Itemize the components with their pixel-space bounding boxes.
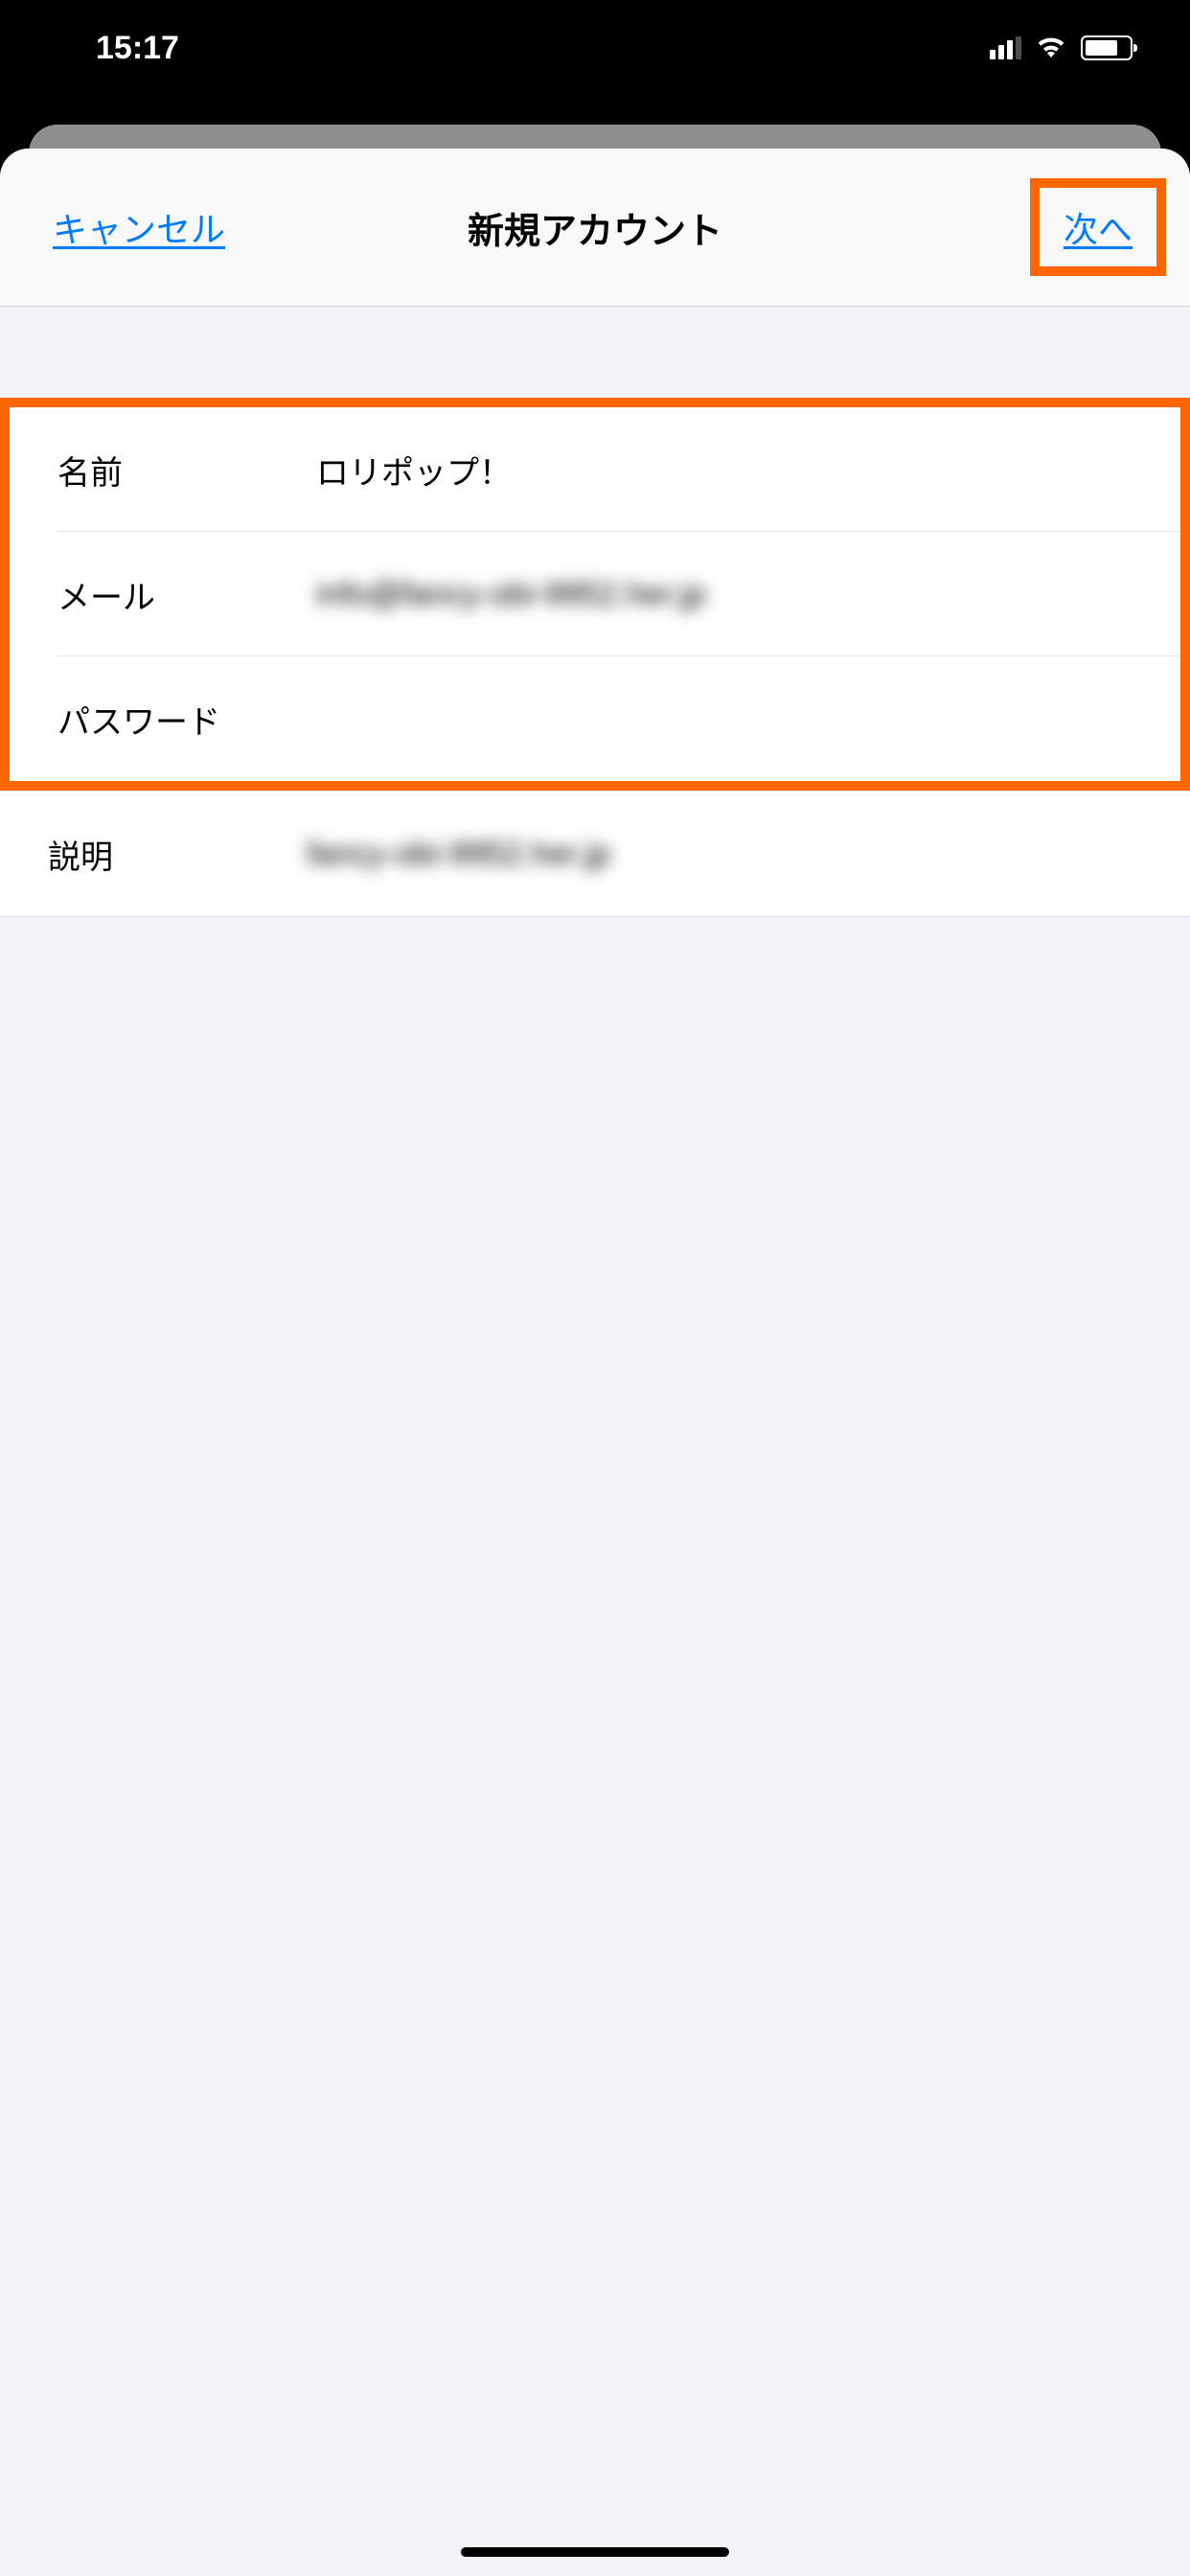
battery-icon <box>1081 35 1133 60</box>
status-time: 15:17 <box>96 30 179 67</box>
mail-input[interactable]: info@fancy-obi-9952.her.jp <box>316 576 1133 613</box>
next-button[interactable]: 次へ <box>1064 202 1133 252</box>
description-input[interactable]: fancy-obi-9952.her.jp <box>307 836 1142 873</box>
name-input[interactable] <box>316 451 1133 489</box>
wifi-icon <box>1035 34 1067 62</box>
description-row[interactable]: 説明 fancy-obi-9952.her.jp <box>0 792 1190 916</box>
sheet-header: キャンセル 新規アカウント 次へ <box>0 149 1190 307</box>
name-label: 名前 <box>57 447 316 494</box>
cellular-signal-icon <box>990 36 1021 59</box>
password-label: パスワード <box>57 696 316 743</box>
status-bar: 15:17 <box>0 0 1190 96</box>
password-input[interactable] <box>316 701 1133 738</box>
page-title: 新規アカウント <box>468 201 722 254</box>
next-button-highlight: 次へ <box>1030 178 1166 276</box>
mail-row[interactable]: メール info@fancy-obi-9952.her.jp <box>10 532 1180 656</box>
password-row[interactable]: パスワード <box>10 656 1180 781</box>
description-label: 説明 <box>48 831 307 878</box>
modal-sheet: キャンセル 新規アカウント 次へ 名前 メール info@fancy-obi-9… <box>0 149 1190 2576</box>
home-indicator[interactable] <box>461 2547 729 2557</box>
name-row[interactable]: 名前 <box>10 407 1180 532</box>
cancel-button[interactable]: キャンセル <box>53 202 244 252</box>
account-fields-highlight: 名前 メール info@fancy-obi-9952.her.jp パスワード <box>0 398 1190 791</box>
status-icons <box>990 34 1133 62</box>
description-group: 説明 fancy-obi-9952.her.jp <box>0 791 1190 917</box>
mail-label: メール <box>57 571 316 618</box>
